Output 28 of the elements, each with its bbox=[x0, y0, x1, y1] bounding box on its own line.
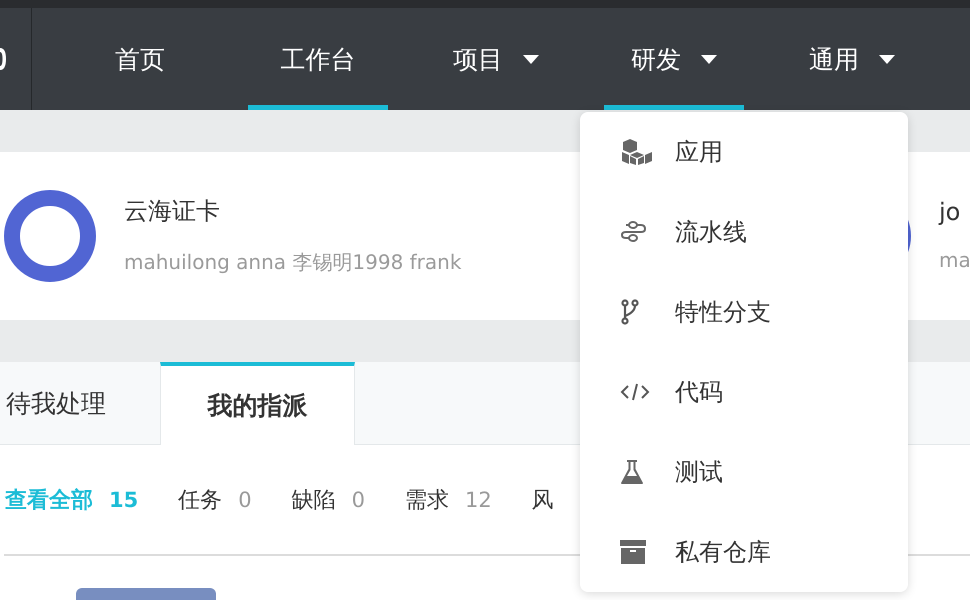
cubes-icon bbox=[620, 138, 654, 166]
tab[interactable]: 我的指派 bbox=[160, 362, 355, 445]
tab[interactable]: 待我处理 bbox=[0, 362, 160, 444]
code-icon bbox=[620, 382, 650, 402]
project-title: jo bbox=[939, 198, 962, 226]
menu-item[interactable]: 私有仓库 bbox=[580, 512, 908, 592]
filter-count: 15 bbox=[109, 488, 138, 512]
nav-tab[interactable]: 首页 bbox=[70, 8, 210, 110]
menu-item[interactable]: 测试 bbox=[580, 432, 908, 512]
filter-count: 0 bbox=[238, 488, 252, 512]
archive-box-icon bbox=[620, 539, 646, 565]
filter-count: 12 bbox=[464, 488, 492, 512]
nav-tab[interactable]: 通用 bbox=[782, 8, 922, 110]
branch-icon bbox=[620, 299, 640, 325]
filter-link[interactable]: 风 bbox=[532, 484, 554, 514]
nav-tab[interactable]: 项目 bbox=[426, 8, 566, 110]
avatar-ring-icon bbox=[4, 190, 96, 282]
pipeline-icon bbox=[620, 220, 646, 244]
menu-item[interactable]: 代码 bbox=[580, 352, 908, 432]
filter-link[interactable]: 需求 bbox=[404, 484, 449, 514]
filter-link[interactable]: 任务 bbox=[178, 484, 222, 514]
flask-icon bbox=[620, 459, 644, 485]
filter-link[interactable]: 缺陷 bbox=[292, 484, 336, 514]
filter-count: 0 bbox=[352, 488, 365, 512]
project-members: ma bbox=[939, 248, 970, 272]
project-members: mahuilong anna 李锡明1998 frank bbox=[124, 248, 462, 276]
project-title: 云海证卡 bbox=[124, 196, 221, 226]
logo-icon[interactable] bbox=[0, 46, 6, 72]
